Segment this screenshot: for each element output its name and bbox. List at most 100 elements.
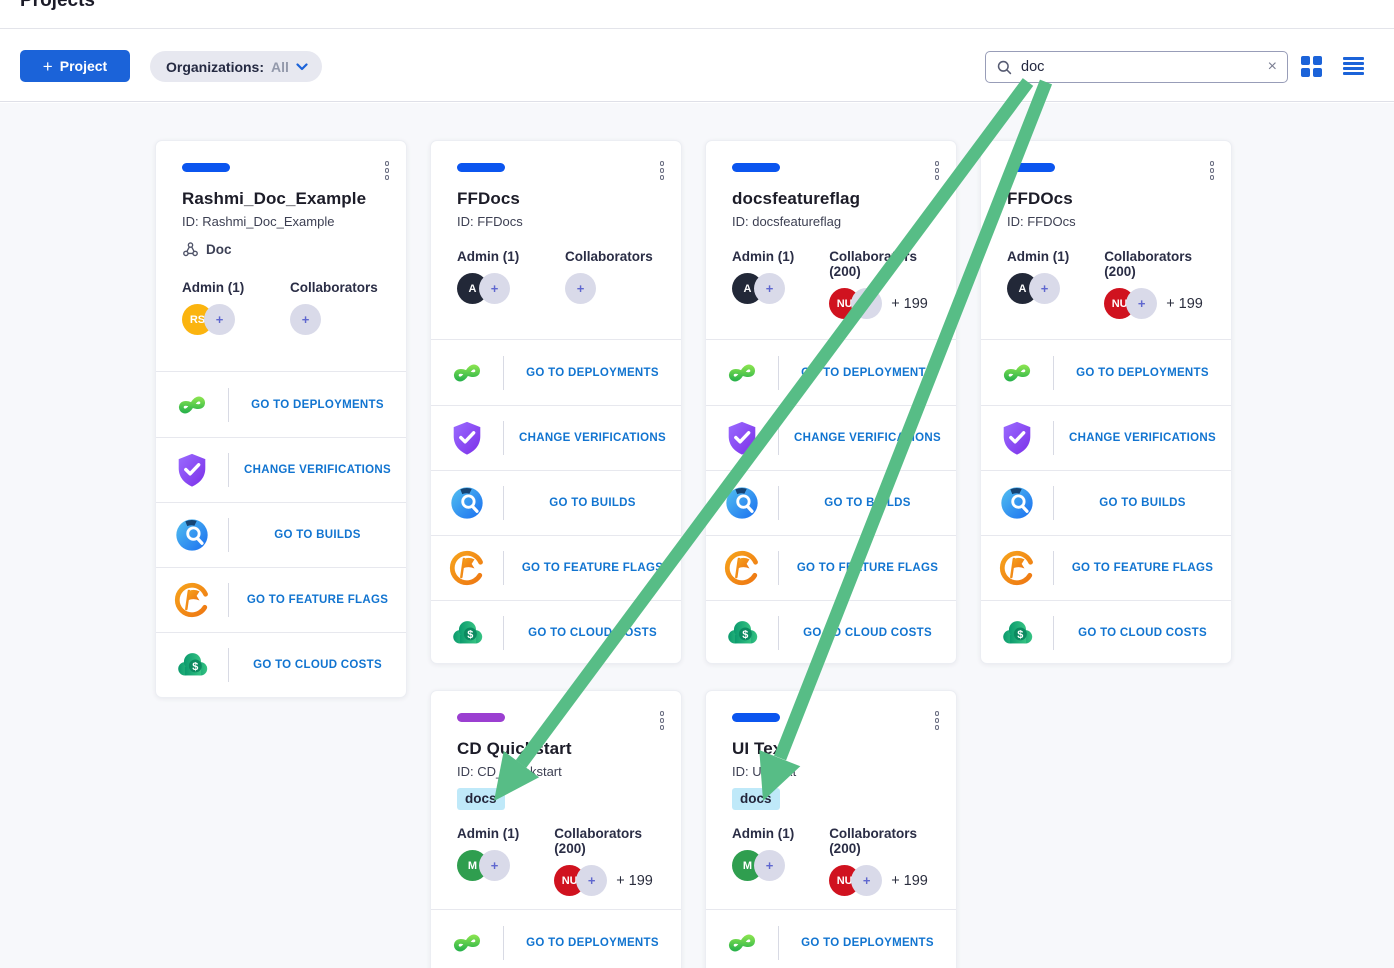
go-to-deployments-link[interactable]: GO TO DEPLOYMENTS [504,937,681,949]
go-to-feature-flags-row[interactable]: GO TO FEATURE FLAGS [431,535,681,600]
go-to-deployments-link[interactable]: GO TO DEPLOYMENTS [779,937,956,949]
feature-flags-icon [706,549,778,587]
search-icon [996,59,1013,76]
go-to-deployments-row[interactable]: GO TO DEPLOYMENTS [431,910,681,968]
go-to-deployments-row[interactable]: GO TO DEPLOYMENTS [156,372,406,437]
feature-flags-icon [156,581,228,619]
go-to-cloud-costs-row[interactable]: GO TO CLOUD COSTS [706,600,956,664]
change-verifications-row[interactable]: CHANGE VERIFICATIONS [706,405,956,470]
add-admin-button[interactable]: + [754,850,785,881]
admin-label: Admin (1) [732,249,803,264]
collaborators-label: Collaborators [290,280,378,295]
project-title: Rashmi_Doc_Example [182,189,386,209]
card-menu-button[interactable] [1206,157,1219,184]
change-verifications-link[interactable]: CHANGE VERIFICATIONS [1054,432,1231,444]
admin-label: Admin (1) [1007,249,1078,264]
go-to-builds-row[interactable]: GO TO BUILDS [431,470,681,535]
add-collaborator-button[interactable]: + [851,288,882,319]
add-collaborator-button[interactable]: + [290,304,321,335]
go-to-feature-flags-row[interactable]: GO TO FEATURE FLAGS [981,535,1231,600]
go-to-cloud-costs-link[interactable]: GO TO CLOUD COSTS [229,659,406,671]
go-to-cloud-costs-row[interactable]: GO TO CLOUD COSTS [431,600,681,664]
go-to-cloud-costs-link[interactable]: GO TO CLOUD COSTS [504,627,681,639]
project-card-cd-quickstart[interactable]: CD Quickstart ID: CD_Quickstart docs Adm… [430,690,682,968]
go-to-feature-flags-link[interactable]: GO TO FEATURE FLAGS [229,594,406,606]
organizations-filter[interactable]: Organizations: All [150,51,322,82]
go-to-feature-flags-link[interactable]: GO TO FEATURE FLAGS [504,562,681,574]
collaborators-label: Collaborators [565,249,653,264]
card-menu-button[interactable] [656,157,669,184]
go-to-cloud-costs-row[interactable]: GO TO CLOUD COSTS [156,632,406,697]
search-input[interactable] [1021,59,1260,75]
card-menu-button[interactable] [931,157,944,184]
project-id: ID: docsfeatureflag [732,214,936,229]
project-id: ID: FFDocs [457,214,661,229]
new-project-button[interactable]: + Project [20,50,130,82]
project-card-ffdocs-2[interactable]: FFDOcs ID: FFDOcs Admin (1) A + Collabor… [980,140,1232,664]
project-card-ui-text[interactable]: UI Text ID: UI_Text docs Admin (1) M + C… [705,690,957,968]
collaborators-overflow-count: + 199 [891,873,928,889]
change-verifications-row[interactable]: CHANGE VERIFICATIONS [431,405,681,470]
go-to-deployments-row[interactable]: GO TO DEPLOYMENTS [431,340,681,405]
verifications-icon [981,419,1053,457]
list-view-icon[interactable] [1343,57,1364,75]
change-verifications-row[interactable]: CHANGE VERIFICATIONS [156,437,406,502]
search-box[interactable]: × [985,51,1288,83]
add-admin-button[interactable]: + [479,850,510,881]
go-to-deployments-row[interactable]: GO TO DEPLOYMENTS [706,340,956,405]
go-to-builds-link[interactable]: GO TO BUILDS [229,529,406,541]
add-collaborator-button[interactable]: + [576,865,607,896]
chevron-down-icon [296,63,308,71]
go-to-feature-flags-row[interactable]: GO TO FEATURE FLAGS [156,567,406,632]
go-to-deployments-link[interactable]: GO TO DEPLOYMENTS [1054,367,1231,379]
collaborators-label: Collaborators (200) [829,826,936,856]
grid-view-icon[interactable] [1301,56,1322,77]
builds-icon [706,484,778,522]
add-collaborator-button[interactable]: + [565,273,596,304]
change-verifications-link[interactable]: CHANGE VERIFICATIONS [229,464,406,476]
go-to-builds-row[interactable]: GO TO BUILDS [706,470,956,535]
go-to-builds-link[interactable]: GO TO BUILDS [1054,497,1231,509]
add-admin-button[interactable]: + [479,273,510,304]
go-to-deployments-link[interactable]: GO TO DEPLOYMENTS [229,399,406,411]
go-to-feature-flags-link[interactable]: GO TO FEATURE FLAGS [779,562,956,574]
go-to-builds-row[interactable]: GO TO BUILDS [156,502,406,567]
go-to-feature-flags-link[interactable]: GO TO FEATURE FLAGS [1054,562,1231,574]
go-to-deployments-row[interactable]: GO TO DEPLOYMENTS [706,910,956,968]
go-to-cloud-costs-link[interactable]: GO TO CLOUD COSTS [779,627,956,639]
card-menu-button[interactable] [656,707,669,734]
project-id: ID: CD_Quickstart [457,764,661,779]
search-clear-button[interactable]: × [1268,59,1277,75]
go-to-cloud-costs-link[interactable]: GO TO CLOUD COSTS [1054,627,1231,639]
add-collaborator-button[interactable]: + [1126,288,1157,319]
go-to-cloud-costs-row[interactable]: GO TO CLOUD COSTS [981,600,1231,664]
go-to-deployments-link[interactable]: GO TO DEPLOYMENTS [504,367,681,379]
change-verifications-link[interactable]: CHANGE VERIFICATIONS [504,432,681,444]
project-tag-docs: docs [457,788,505,810]
builds-icon [981,484,1053,522]
change-verifications-link[interactable]: CHANGE VERIFICATIONS [779,432,956,444]
change-verifications-row[interactable]: CHANGE VERIFICATIONS [981,405,1231,470]
project-title: docsfeatureflag [732,189,936,209]
cloud-costs-icon [981,614,1053,652]
project-card-docsfeatureflag[interactable]: docsfeatureflag ID: docsfeatureflag Admi… [705,140,957,664]
go-to-deployments-link[interactable]: GO TO DEPLOYMENTS [779,367,956,379]
go-to-builds-row[interactable]: GO TO BUILDS [981,470,1231,535]
card-menu-button[interactable] [931,707,944,734]
go-to-deployments-row[interactable]: GO TO DEPLOYMENTS [981,340,1231,405]
plus-icon: + [43,58,53,75]
go-to-builds-link[interactable]: GO TO BUILDS [779,497,956,509]
project-tag-docs: docs [732,788,780,810]
project-title: FFDocs [457,189,661,209]
project-card-ffdocs[interactable]: FFDocs ID: FFDocs Admin (1) A + Collabor… [430,140,682,664]
go-to-builds-link[interactable]: GO TO BUILDS [504,497,681,509]
add-admin-button[interactable]: + [204,304,235,335]
deployments-icon [981,354,1053,392]
add-admin-button[interactable]: + [1029,273,1060,304]
go-to-feature-flags-row[interactable]: GO TO FEATURE FLAGS [706,535,956,600]
project-card-rashmi-doc-example[interactable]: Rashmi_Doc_Example ID: Rashmi_Doc_Exampl… [155,140,407,698]
add-admin-button[interactable]: + [754,273,785,304]
project-id: ID: FFDOcs [1007,214,1211,229]
card-menu-button[interactable] [381,157,394,184]
add-collaborator-button[interactable]: + [851,865,882,896]
